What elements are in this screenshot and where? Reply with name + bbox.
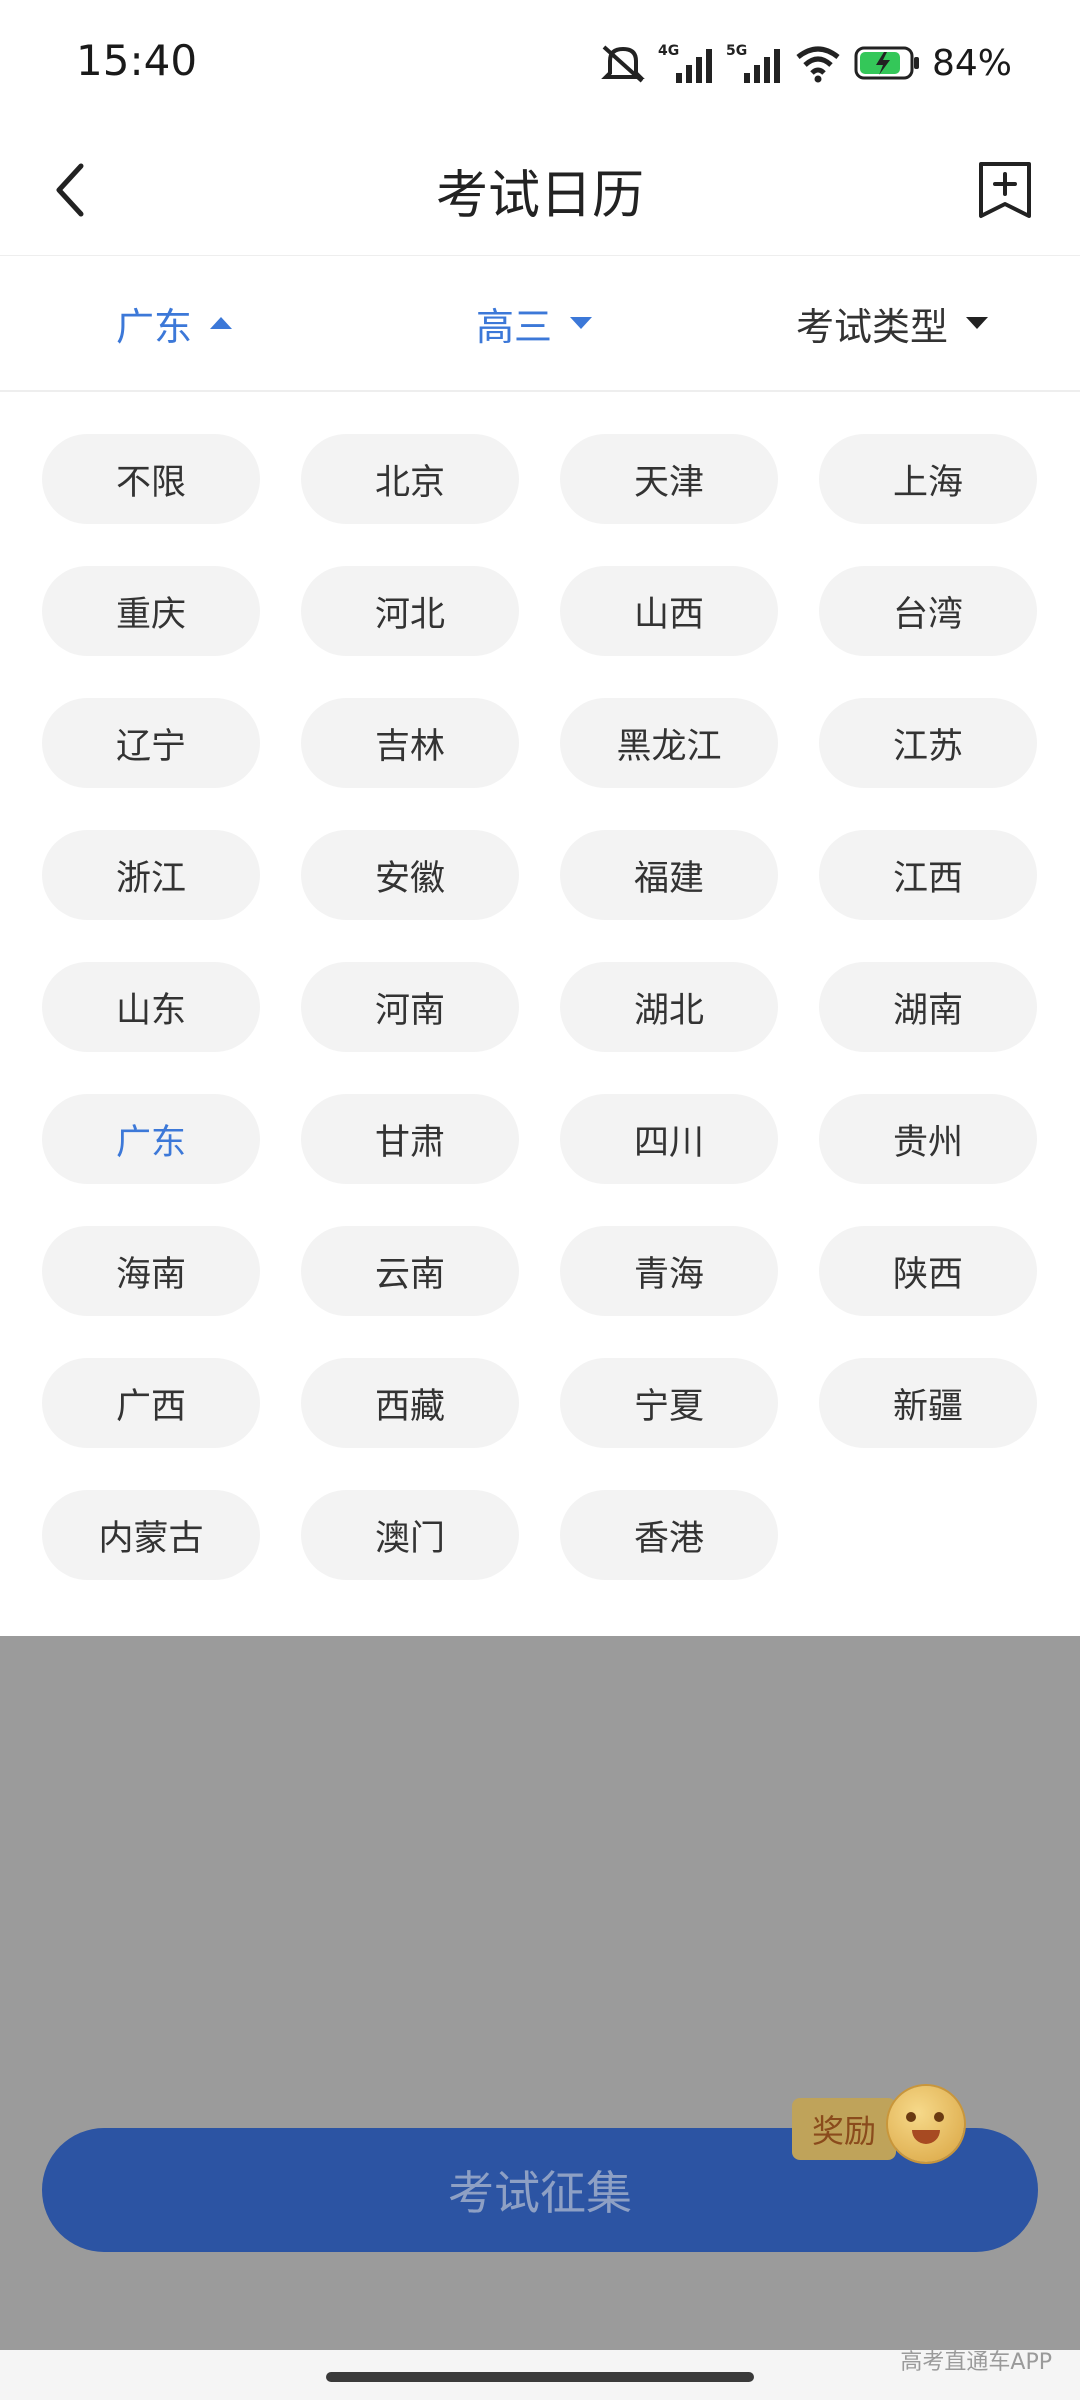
header: 考试日历 (0, 125, 1080, 256)
region-chip[interactable]: 黑龙江 (560, 698, 778, 788)
region-dropdown-panel: 不限 北京 天津 上海重庆 河北 山西 台湾辽宁 吉林 黑龙江 江苏浙江 安徽 福建 江西山东 河南 湖北湖… (0, 392, 1080, 1636)
region-chip[interactable]: 江苏 (819, 698, 1037, 788)
region-chip[interactable]: 吉林 (301, 698, 519, 788)
region-chip[interactable]: 不限 (42, 434, 260, 524)
region-chip[interactable]: 上海 (819, 434, 1037, 524)
grade-filter-label: 高三 (476, 304, 553, 349)
svg-text:5G: 5G (726, 43, 747, 59)
region-chip[interactable]: 青海 (560, 1226, 778, 1316)
svg-text:4G: 4G (658, 43, 679, 59)
exam-type-filter[interactable]: 考试类型 (796, 256, 989, 390)
status-bar: 15:40 4G 5G 84% (0, 0, 1080, 125)
region-chip[interactable]: 四川 (560, 1094, 778, 1184)
reward-badge: 奖励 (792, 2098, 896, 2160)
region-chip[interactable]: 云南 (301, 1226, 519, 1316)
region-chip[interactable]: 台湾 (819, 566, 1037, 656)
region-chip[interactable]: 内蒙古 (42, 1490, 260, 1580)
filter-bar: 广东 高三 考试类型 (0, 256, 1080, 392)
region-chip[interactable]: 贵州 (819, 1094, 1037, 1184)
region-chip[interactable]: 广东 (42, 1094, 260, 1184)
exam-collect-label: 考试征集 (448, 2166, 632, 2220)
wifi-icon (796, 46, 840, 83)
status-icons: 4G 5G 84% (600, 38, 1012, 88)
mute-icon (601, 45, 645, 83)
smiley-icon (888, 2086, 964, 2162)
region-chip[interactable]: 甘肃 (301, 1094, 519, 1184)
region-chip[interactable]: 天津 (560, 434, 778, 524)
triangle-down-icon (570, 317, 593, 329)
region-chip[interactable]: 陕西 (819, 1226, 1037, 1316)
signal-4g-icon: 4G (658, 43, 712, 83)
region-chip[interactable]: 湖北 (560, 962, 778, 1052)
region-chip[interactable]: 西藏 (301, 1358, 519, 1448)
watermark: 高考直通车APP (900, 2350, 1052, 2375)
region-chip[interactable]: 安徽 (301, 830, 519, 920)
home-indicator[interactable] (326, 2372, 754, 2382)
triangle-down-icon (966, 317, 989, 329)
exam-type-filter-label: 考试类型 (796, 304, 949, 349)
region-chip[interactable]: 辽宁 (42, 698, 260, 788)
region-chip[interactable]: 山东 (42, 962, 260, 1052)
add-exam-button[interactable] (970, 155, 1040, 225)
region-chip[interactable]: 福建 (560, 830, 778, 920)
grade-filter[interactable]: 高三 (476, 256, 593, 390)
region-chip[interactable]: 重庆 (42, 566, 260, 656)
region-filter-label: 广东 (116, 304, 193, 349)
region-chip[interactable]: 新疆 (819, 1358, 1037, 1448)
region-chip[interactable]: 湖南 (819, 962, 1037, 1052)
page-title: 考试日历 (435, 166, 644, 226)
region-chip[interactable]: 香港 (560, 1490, 778, 1580)
region-chip[interactable]: 北京 (301, 434, 519, 524)
region-chip[interactable]: 浙江 (42, 830, 260, 920)
region-chip[interactable]: 山西 (560, 566, 778, 656)
region-chip[interactable]: 广西 (42, 1358, 260, 1448)
region-chip[interactable]: 河北 (301, 566, 519, 656)
battery-icon (854, 46, 919, 80)
region-chip[interactable]: 河南 (301, 962, 519, 1052)
signal-5g-icon: 5G (726, 43, 780, 83)
triangle-up-icon (210, 317, 233, 329)
battery-percent: 84% (931, 42, 1012, 84)
region-filter[interactable]: 广东 (116, 256, 233, 390)
region-chip[interactable]: 江西 (819, 830, 1037, 920)
region-chip[interactable]: 海南 (42, 1226, 260, 1316)
status-time: 15:40 (76, 36, 198, 85)
add-bookmark-icon (979, 162, 1031, 218)
region-chip[interactable]: 宁夏 (560, 1358, 778, 1448)
region-chip[interactable]: 澳门 (301, 1490, 519, 1580)
